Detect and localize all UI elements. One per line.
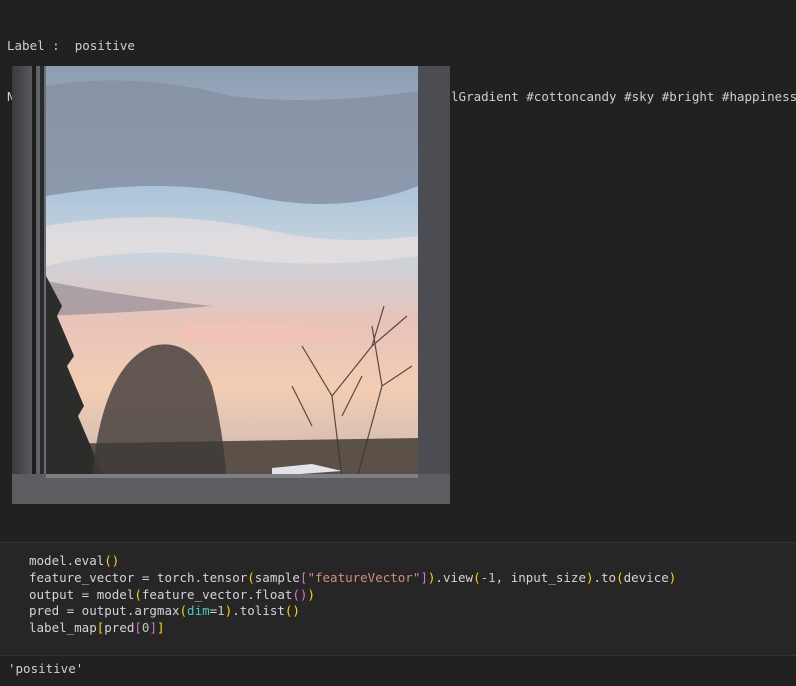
code-line-3: output = model(feature_vector.float()) (29, 586, 315, 602)
code-editor[interactable]: model.eval() feature_vector = torch.tenso… (29, 553, 676, 637)
code-cell[interactable]: model.eval() feature_vector = torch.tenso… (0, 542, 796, 656)
sky-window-photo (12, 66, 450, 504)
code-line-5: label_map[pred[0]] (29, 620, 165, 636)
cell-result: 'positive' (8, 661, 84, 676)
code-line-1: model.eval() (29, 553, 120, 568)
code-line-4: pred = output.argmax(dim=1).tolist() (29, 603, 300, 619)
photo-sky-window-icon (12, 66, 450, 504)
code-line-2: feature_vector = torch.tensor(sample["fe… (29, 569, 677, 585)
label-line: Label : positive (7, 38, 135, 53)
